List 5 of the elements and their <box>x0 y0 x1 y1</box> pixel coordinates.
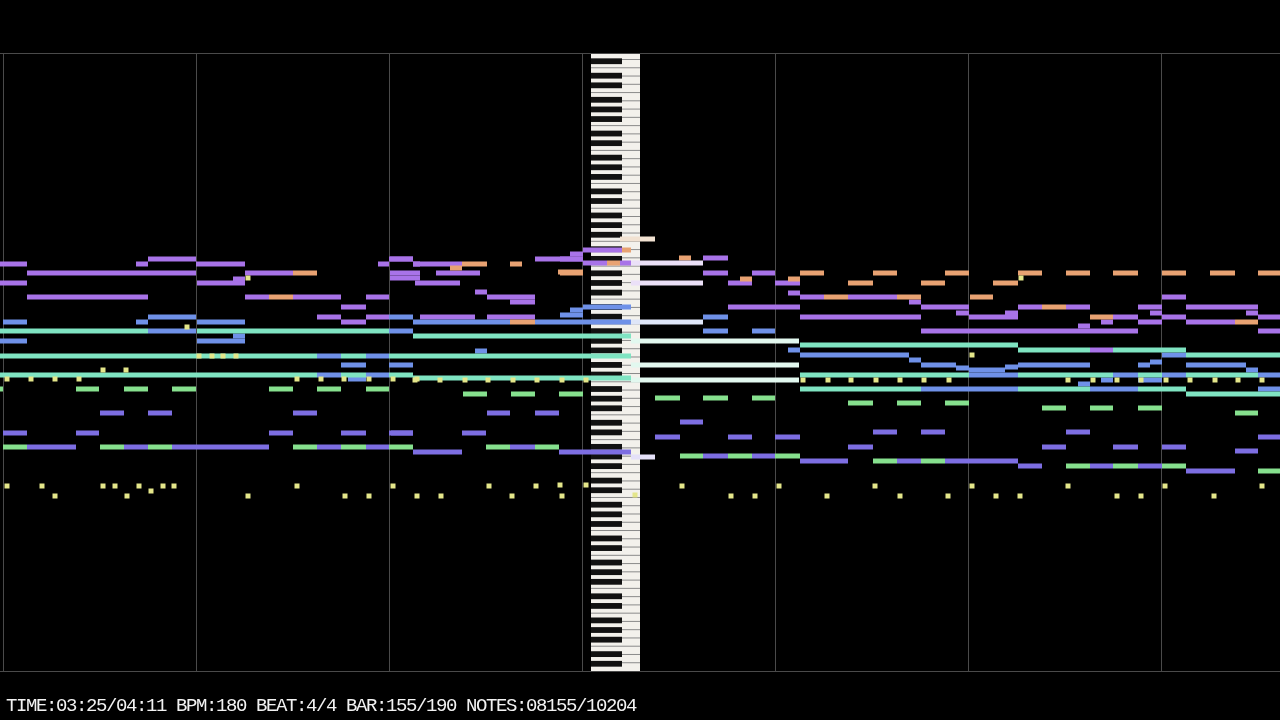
status-text: TIME:03:25/04:11 <box>6 695 167 717</box>
status-text: NOTES:08155/10204 <box>466 695 637 717</box>
status-text: BEAT:4/4 <box>256 695 337 717</box>
status-text: BPM:180 <box>176 695 247 717</box>
status-text: BAR:155/190 <box>346 695 457 717</box>
